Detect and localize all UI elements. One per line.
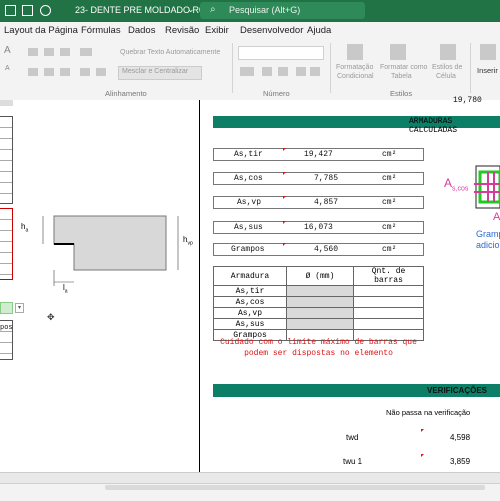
qnt-cell[interactable] [353, 307, 424, 319]
menu-formulas[interactable]: Fórmulas [81, 25, 121, 36]
warning-line-1: Cuidado com o limite máximo de barras qu… [220, 338, 417, 347]
diameter-cell[interactable] [286, 307, 354, 319]
diameter-cell[interactable] [286, 318, 354, 330]
armaduras-header-text: ARMADURAS CALCULADAS [409, 117, 458, 135]
undo-icon[interactable] [40, 5, 51, 16]
stirrup-section-figure [474, 165, 500, 209]
insert-icon[interactable] [480, 44, 496, 60]
left-cell-block-1[interactable] [0, 100, 13, 106]
verificacoes-subtitle: Não passa na verificação [386, 408, 471, 417]
menu-revisao[interactable]: Revisão [165, 25, 199, 36]
warning-line-2: podem ser dispostas no elemento [244, 349, 393, 358]
col-qnt-barras: Qnt. de barras [353, 266, 424, 286]
search-placeholder: Pesquisar (Alt+G) [229, 5, 301, 15]
align-middle-icon[interactable] [44, 48, 54, 56]
selected-cell[interactable] [0, 302, 13, 314]
group-label-estilos: Estilos [390, 89, 413, 98]
verificacoes-header-text: VERIFICAÇÕES [427, 386, 488, 395]
decrease-indent-icon[interactable] [80, 68, 90, 76]
la-label: la [63, 283, 68, 295]
diameter-cell[interactable] [286, 285, 354, 297]
percent-icon[interactable] [262, 67, 272, 76]
sheet-tab-strip[interactable] [0, 473, 500, 484]
cell-styles-label-2[interactable]: Célula [436, 73, 456, 80]
group-label-alinhamento: Alinhamento [105, 89, 147, 98]
col-diameter: Ø (mm) [286, 266, 354, 286]
cell-styles-icon[interactable] [440, 44, 456, 60]
as-cos-label: As,cos [444, 176, 469, 193]
number-format-dropdown[interactable] [238, 46, 324, 60]
increase-indent-icon[interactable] [96, 68, 106, 76]
bars-table: Armadura Ø (mm) Qnt. de barras As,tir As… [213, 266, 424, 341]
corbel-drawing [42, 215, 179, 286]
col-armadura: Armadura [213, 266, 287, 286]
conditional-formatting-label-2[interactable]: Condicional [337, 73, 374, 80]
format-as-table-icon[interactable] [390, 44, 406, 60]
search-icon: ⌕ [210, 4, 216, 15]
table-row: As,cos [213, 296, 424, 308]
left-cell-block-2[interactable] [0, 116, 13, 204]
ha-label: ha [21, 222, 29, 234]
menu-layout-da-pagina[interactable]: Layout da Página [4, 25, 78, 36]
gramp-text-2: adicio [476, 240, 500, 250]
chevron-down-icon[interactable]: ⌄ [187, 4, 195, 15]
table-row: As,vp [213, 307, 424, 319]
menu-bar: Layout da Página Fórmulas Dados Revisão … [0, 22, 500, 39]
thousands-icon[interactable] [278, 67, 288, 76]
worksheet[interactable]: ▾ pos ✥ ha hvp la 19,780 ARMADURAS CALCU… [0, 96, 500, 472]
wrap-text-button[interactable]: Quebrar Texto Automaticamente [120, 49, 220, 56]
cursor-icon: ✥ [47, 312, 55, 322]
ribbon-separator [470, 43, 471, 93]
cell-styles-label-1[interactable]: Estilos de [432, 64, 462, 71]
table-row: As,sus [213, 318, 424, 330]
align-top-icon[interactable] [28, 48, 38, 56]
merge-center-label: Mesclar e Centralizar [122, 68, 189, 75]
top-partial-value: 19,780 [453, 96, 482, 105]
menu-dados[interactable]: Dados [128, 25, 155, 36]
menu-ajuda[interactable]: Ajuda [307, 25, 331, 36]
currency-icon[interactable] [240, 67, 254, 76]
gramp-text-1: Gramp [476, 229, 500, 239]
align-center-icon[interactable] [44, 68, 54, 76]
menu-exibir[interactable]: Exibir [205, 25, 229, 36]
search-box[interactable]: ⌕ Pesquisar (Alt+G) [200, 2, 365, 19]
bars-table-header: Armadura Ø (mm) Qnt. de barras [213, 266, 424, 286]
align-right-icon[interactable] [60, 68, 70, 76]
qnt-cell[interactable] [353, 318, 424, 330]
figure-partial-a: A [493, 211, 500, 223]
table-row: As,tir [213, 285, 424, 297]
orientation-icon[interactable] [80, 48, 92, 56]
qnt-cell[interactable] [353, 296, 424, 308]
ribbon: A A Quebrar Texto Automaticamente Mescla… [0, 39, 500, 101]
status-bar [0, 472, 500, 501]
group-label-numero: Número [263, 89, 290, 98]
decrease-font-icon[interactable]: A [5, 65, 10, 72]
cell-dropdown-arrow[interactable]: ▾ [15, 303, 24, 313]
horizontal-scrollbar[interactable] [105, 485, 485, 490]
conditional-formatting-label-1[interactable]: Formatação [336, 64, 373, 71]
left-partial-label: pos [0, 324, 13, 332]
format-as-table-label-1[interactable]: Formatar como [380, 64, 427, 71]
diameter-cell[interactable] [286, 296, 354, 308]
ribbon-separator [232, 43, 233, 93]
increase-font-icon[interactable]: A [4, 45, 11, 56]
window-title: 23- DENTE PRE MOLDADO R0 [75, 5, 205, 15]
align-bottom-icon[interactable] [60, 48, 70, 56]
menu-desenvolvedor[interactable]: Desenvolvedor [240, 25, 303, 36]
align-left-icon[interactable] [28, 68, 38, 76]
conditional-formatting-icon[interactable] [347, 44, 363, 60]
save-icon[interactable] [22, 5, 33, 16]
qnt-cell[interactable] [353, 285, 424, 297]
autosave-toggle-icon[interactable] [5, 5, 16, 16]
decrease-decimal-icon[interactable] [310, 67, 320, 76]
insert-label[interactable]: Inserir [477, 66, 498, 75]
hvp-label: hvp [183, 235, 193, 247]
column-divider [199, 100, 200, 472]
left-cell-block-3[interactable] [0, 208, 13, 280]
increase-decimal-icon[interactable] [296, 67, 306, 76]
title-bar: 23- DENTE PRE MOLDADO R0 ⌄ ⌕ Pesquisar (… [0, 0, 500, 22]
format-as-table-label-2[interactable]: Tabela [391, 73, 412, 80]
ribbon-separator [330, 43, 331, 93]
